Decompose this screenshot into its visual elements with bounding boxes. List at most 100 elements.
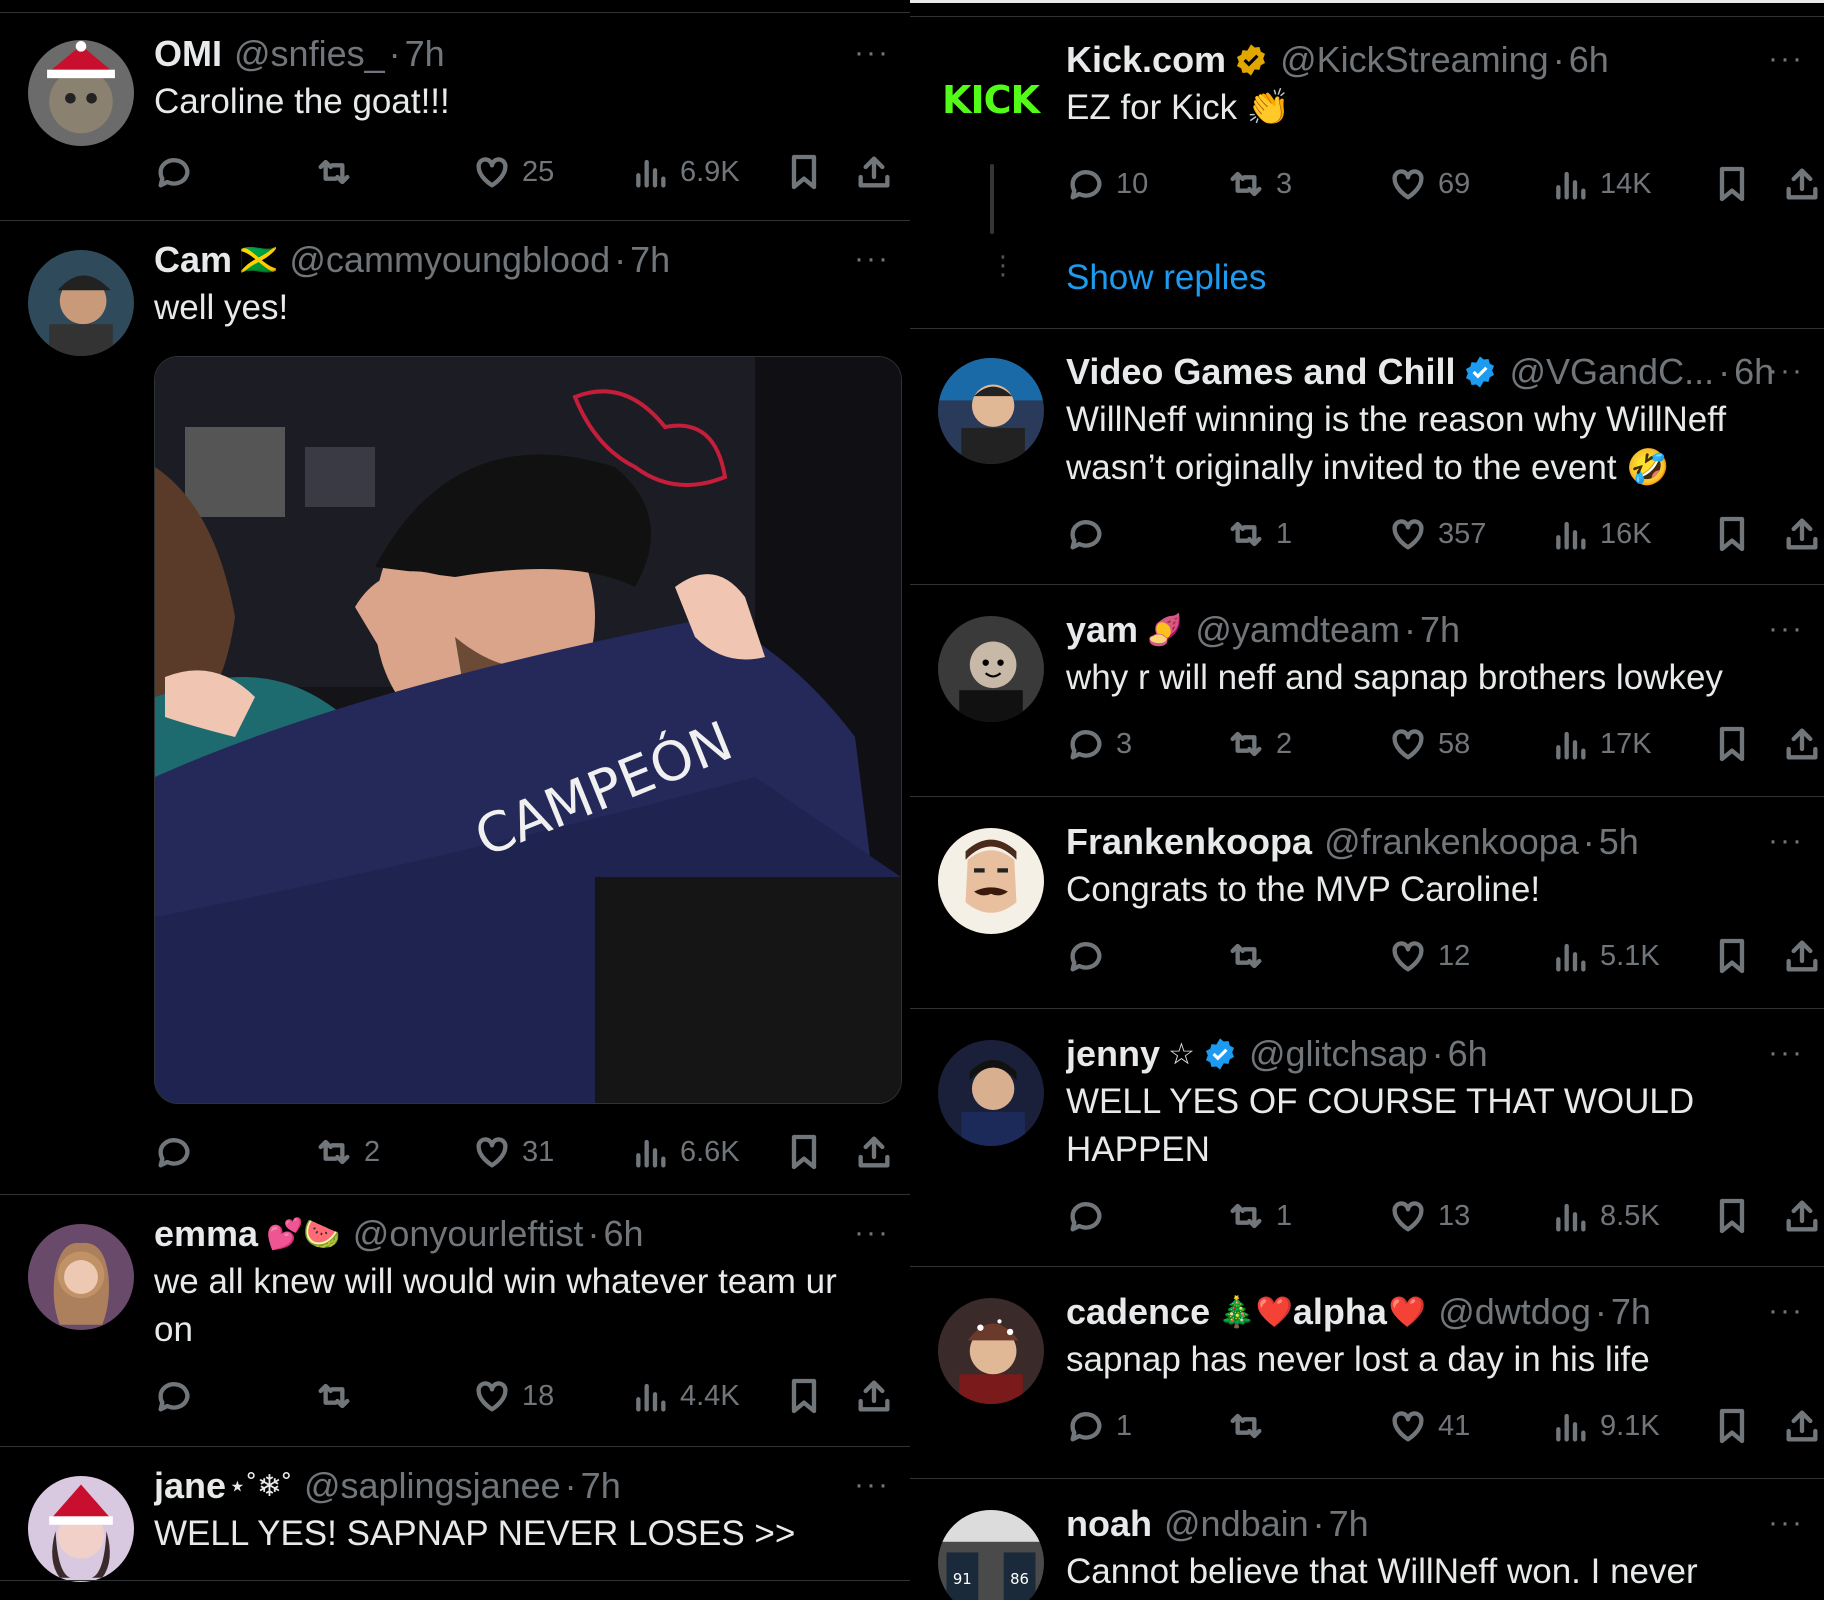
reply-button[interactable] [154,1132,204,1172]
avatar[interactable] [28,1476,134,1582]
more-icon[interactable]: ··· [854,1468,890,1502]
timestamp[interactable]: 7h [405,33,445,75]
avatar[interactable] [28,1224,134,1330]
handle[interactable]: @onyourleftist [353,1213,584,1255]
reply-button[interactable] [1066,1196,1116,1236]
reply-button[interactable] [154,1376,204,1416]
post-image[interactable]: CAMPEÓN [154,356,902,1104]
repost-button[interactable]: 1 [1226,514,1292,554]
share-button[interactable] [1782,164,1822,204]
repost-button[interactable] [1226,1406,1276,1446]
display-name[interactable]: yam [1066,609,1138,651]
bookmark-button[interactable] [1712,1406,1752,1446]
bookmark-button[interactable] [1712,164,1752,204]
bookmark-button[interactable] [784,1132,824,1172]
repost-button[interactable]: 1 [1226,1196,1292,1236]
display-name[interactable]: Cam [154,239,232,281]
like-button[interactable]: 12 [1388,936,1470,976]
timestamp[interactable]: 7h [581,1465,621,1507]
like-button[interactable]: 58 [1388,724,1470,764]
more-icon[interactable]: ··· [854,1216,890,1250]
more-icon[interactable]: ··· [1768,1036,1804,1070]
avatar[interactable] [28,40,134,146]
views-button[interactable]: 9.1K [1550,1406,1660,1446]
share-button[interactable] [854,152,894,192]
handle[interactable]: @VGandC... [1509,351,1714,393]
more-icon[interactable]: ··· [1768,42,1804,76]
handle[interactable]: @saplingsjanee [304,1465,561,1507]
display-name[interactable]: noah [1066,1503,1152,1545]
timestamp[interactable]: 7h [1611,1291,1651,1333]
avatar[interactable] [938,1298,1044,1404]
like-button[interactable]: 41 [1388,1406,1470,1446]
repost-button[interactable] [314,152,364,192]
more-icon[interactable]: ··· [1768,1506,1804,1540]
display-name[interactable]: Kick.com [1066,39,1226,81]
timestamp[interactable]: 7h [1420,609,1460,651]
bookmark-button[interactable] [1712,514,1752,554]
views-button[interactable]: 5.1K [1550,936,1660,976]
timestamp[interactable]: 6h [1448,1033,1488,1075]
kick-logo[interactable]: KICK [942,78,1040,122]
more-icon[interactable]: ··· [1768,1294,1804,1328]
more-icon[interactable]: ··· [1768,612,1804,646]
share-button[interactable] [1782,724,1822,764]
repost-button[interactable] [1226,936,1276,976]
share-button[interactable] [1782,936,1822,976]
handle[interactable]: @ndbain [1164,1503,1309,1545]
repost-button[interactable]: 2 [314,1132,380,1172]
avatar[interactable] [938,358,1044,464]
display-name[interactable]: Frankenkoopa [1066,821,1312,863]
share-button[interactable] [854,1376,894,1416]
reply-button[interactable]: 10 [1066,164,1148,204]
views-button[interactable]: 17K [1550,724,1652,764]
bookmark-button[interactable] [1712,1196,1752,1236]
reply-button[interactable] [154,152,204,192]
handle[interactable]: @snfies_ [234,33,385,75]
handle[interactable]: @glitchsap [1249,1033,1428,1075]
timestamp[interactable]: 6h [1569,39,1609,81]
handle[interactable]: @yamdteam [1195,609,1400,651]
bookmark-button[interactable] [1712,724,1752,764]
share-button[interactable] [854,1132,894,1172]
like-button[interactable]: 31 [472,1132,554,1172]
reply-button[interactable] [1066,936,1116,976]
handle[interactable]: @dwtdog [1438,1291,1591,1333]
timestamp[interactable]: 7h [630,239,670,281]
display-name[interactable]: cadence [1066,1291,1210,1333]
bookmark-button[interactable] [784,1376,824,1416]
display-name[interactable]: emma [154,1213,258,1255]
timestamp[interactable]: 7h [1329,1503,1369,1545]
timestamp[interactable]: 6h [603,1213,643,1255]
avatar[interactable] [938,1040,1044,1146]
share-button[interactable] [1782,1406,1822,1446]
repost-button[interactable] [314,1376,364,1416]
display-name-part2[interactable]: alpha [1293,1291,1387,1333]
more-icon[interactable]: ··· [854,36,890,70]
share-button[interactable] [1782,514,1822,554]
bookmark-button[interactable] [784,152,824,192]
display-name[interactable]: OMI [154,33,222,75]
more-icon[interactable]: ··· [1768,354,1804,388]
avatar[interactable] [938,616,1044,722]
repost-button[interactable]: 2 [1226,724,1292,764]
repost-button[interactable]: 3 [1226,164,1292,204]
views-button[interactable]: 8.5K [1550,1196,1660,1236]
views-button[interactable]: 16K [1550,514,1652,554]
reply-button[interactable]: 1 [1066,1406,1132,1446]
views-button[interactable]: 6.6K [630,1132,740,1172]
like-button[interactable]: 357 [1388,514,1486,554]
views-button[interactable]: 6.9K [630,152,740,192]
avatar[interactable]: 91 86 [938,1510,1044,1600]
views-button[interactable]: 4.4K [630,1376,740,1416]
more-icon[interactable]: ··· [854,242,890,276]
more-icon[interactable]: ··· [1768,824,1804,858]
display-name[interactable]: jane [154,1465,226,1507]
show-replies-link[interactable]: Show replies [1066,258,1266,298]
avatar[interactable] [28,250,134,356]
reply-button[interactable]: 3 [1066,724,1132,764]
handle[interactable]: @KickStreaming [1280,39,1549,81]
like-button[interactable]: 69 [1388,164,1470,204]
like-button[interactable]: 18 [472,1376,554,1416]
avatar[interactable] [938,828,1044,934]
